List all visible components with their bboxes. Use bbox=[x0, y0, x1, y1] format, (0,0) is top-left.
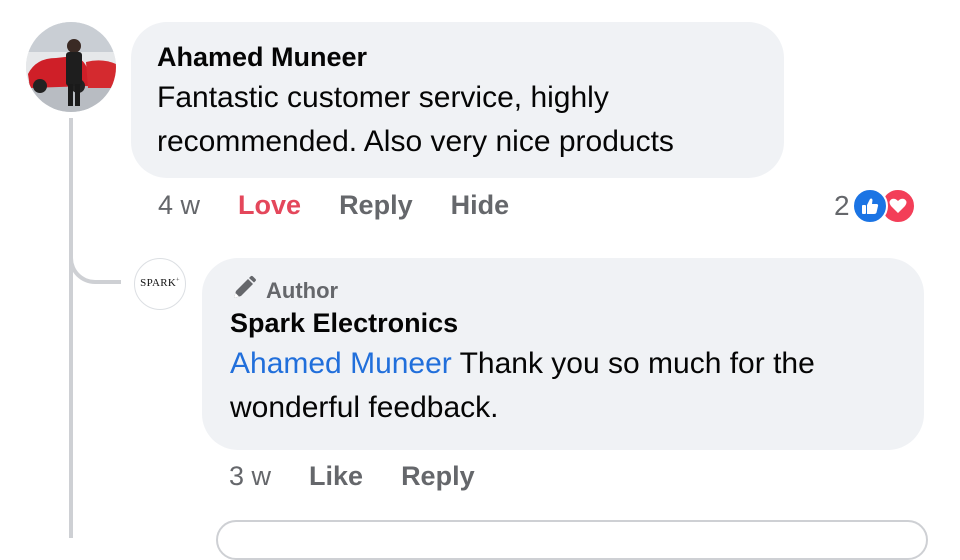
author-badge: Author bbox=[230, 274, 896, 308]
comment-time[interactable]: 4 w bbox=[158, 190, 200, 221]
page-logo-text: SPARK bbox=[140, 277, 177, 289]
comment-bubble: Ahamed Muneer Fantastic customer service… bbox=[131, 22, 784, 178]
page-avatar[interactable]: SPARK+ bbox=[134, 258, 186, 310]
reply-time[interactable]: 3 w bbox=[229, 461, 271, 492]
reaction-summary[interactable]: 2 bbox=[834, 188, 916, 224]
pen-icon bbox=[230, 274, 258, 308]
comment-body: Fantastic customer service, highly recom… bbox=[157, 81, 674, 158]
thread-line bbox=[69, 118, 73, 538]
hide-button[interactable]: Hide bbox=[451, 190, 510, 221]
reply-bubble: Author Spark Electronics Ahamed Muneer T… bbox=[202, 258, 924, 450]
reaction-count: 2 bbox=[834, 190, 850, 221]
reply-to-reply-button[interactable]: Reply bbox=[401, 461, 475, 492]
reply-text: Ahamed Muneer Thank you so much for the … bbox=[230, 342, 896, 430]
profile-photo bbox=[26, 22, 116, 112]
thread-connector bbox=[69, 222, 121, 284]
like-button[interactable]: Like bbox=[309, 461, 363, 492]
mention-link[interactable]: Ahamed Muneer bbox=[230, 347, 452, 380]
reply-actions: 3 w Like Reply bbox=[229, 461, 513, 492]
reply-button[interactable]: Reply bbox=[339, 190, 413, 221]
like-icon bbox=[851, 188, 888, 224]
reply-author[interactable]: Spark Electronics bbox=[230, 306, 896, 340]
author-badge-label: Author bbox=[266, 278, 339, 303]
comment-author[interactable]: Ahamed Muneer bbox=[157, 40, 758, 74]
love-button[interactable]: Love bbox=[238, 190, 301, 221]
reply-composer[interactable] bbox=[216, 520, 928, 560]
comment-text: Fantastic customer service, highly recom… bbox=[157, 76, 758, 164]
page-logo: SPARK+ bbox=[140, 277, 180, 289]
comment-actions: 4 w Love Reply Hide bbox=[158, 190, 547, 221]
avatar[interactable] bbox=[26, 22, 116, 112]
